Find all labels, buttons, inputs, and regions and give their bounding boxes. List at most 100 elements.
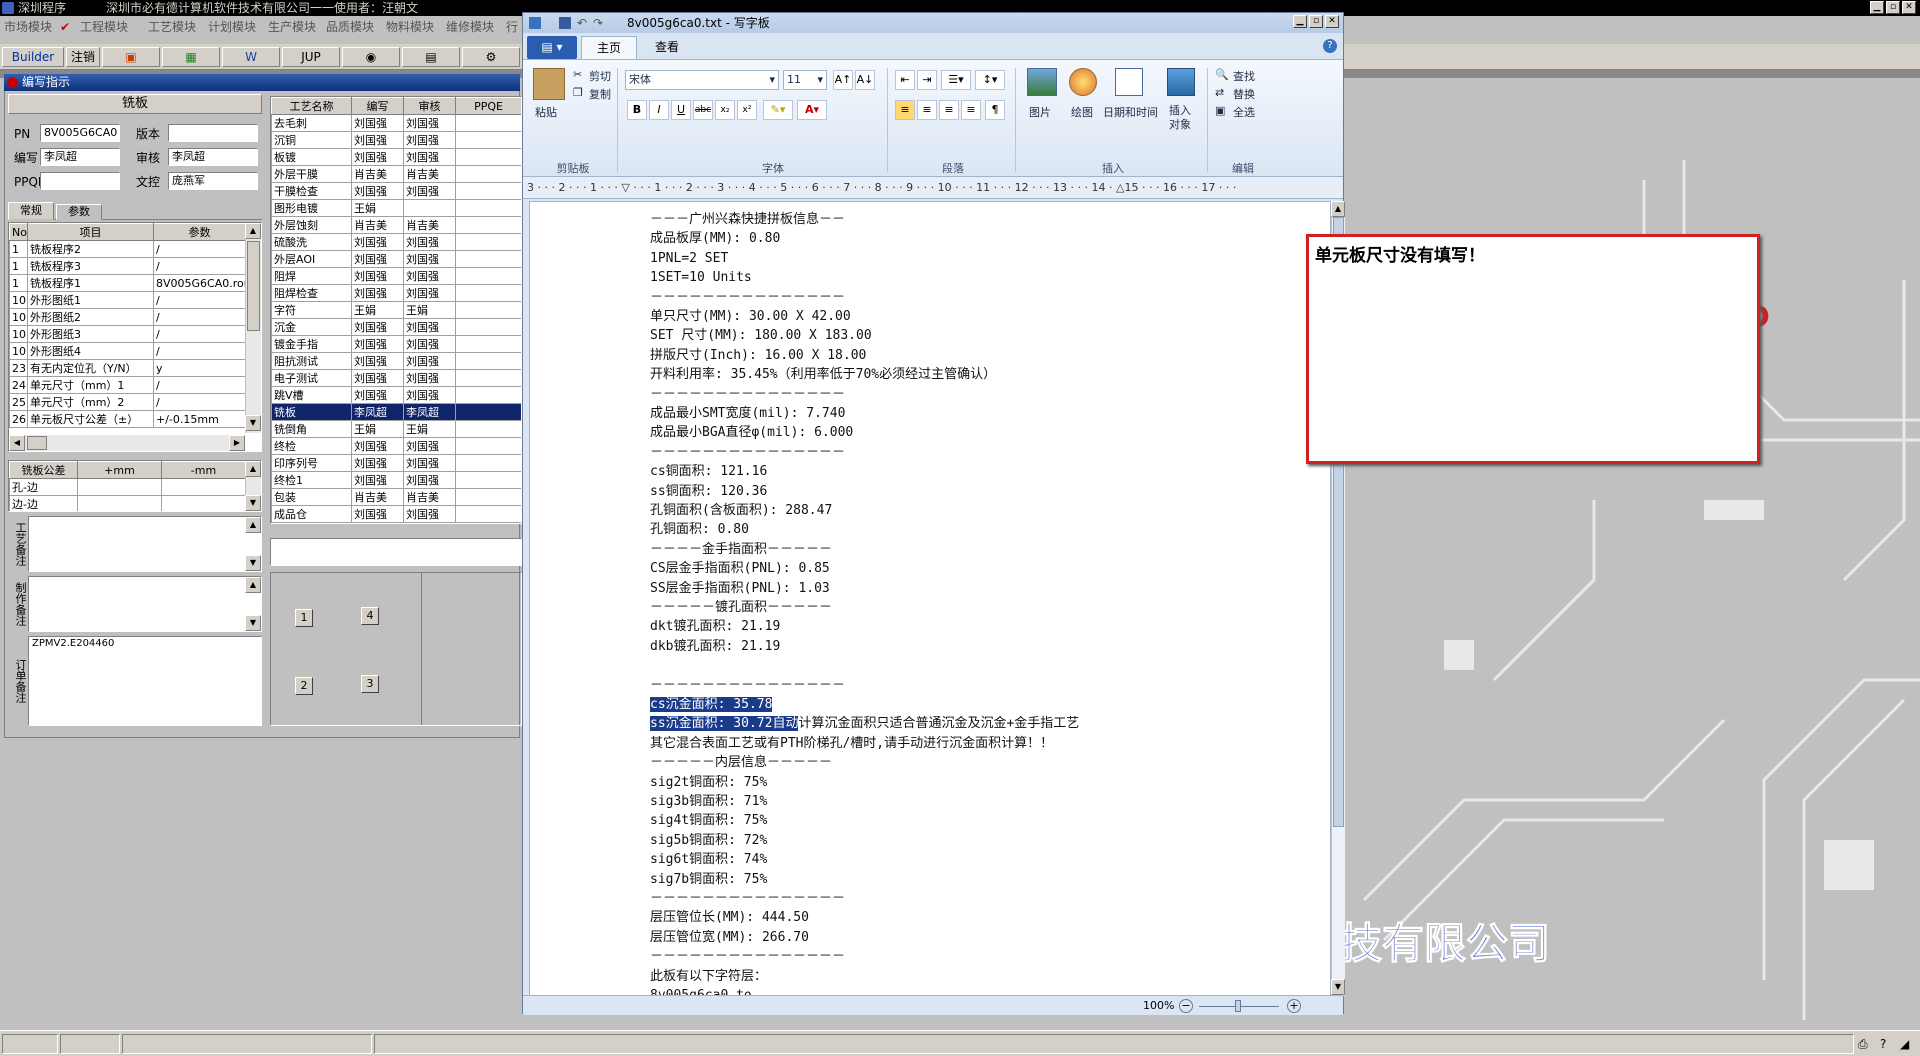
menu-quality[interactable]: 品质模块 xyxy=(326,17,374,37)
layout-button-3[interactable]: 3 xyxy=(361,675,379,693)
wordpad-maximize-button[interactable]: ▫ xyxy=(1309,15,1323,28)
zoom-out-icon[interactable]: − xyxy=(1179,999,1193,1013)
copy-icon[interactable]: ❐ xyxy=(573,86,583,99)
printer-icon[interactable]: ⎙ xyxy=(1858,1037,1868,1052)
process-row[interactable]: 沉金 刘国强 刘国强 xyxy=(271,318,521,336)
process-row[interactable]: 印序列号 刘国强 刘国强 xyxy=(271,454,521,472)
writer-field[interactable]: 李凤超 xyxy=(40,148,120,166)
scroll-up-icon[interactable]: ▲ xyxy=(1331,201,1345,217)
scroll-thumb[interactable] xyxy=(247,241,260,331)
table-row[interactable]: 23 有无内定位孔（Y/N） y xyxy=(9,359,246,377)
menu-engineering[interactable]: 工程模块 xyxy=(80,17,128,37)
maximize-button[interactable]: ▫ xyxy=(1886,1,1900,14)
paragraph-icon[interactable]: ¶ xyxy=(985,100,1005,120)
col-minus[interactable]: -mm xyxy=(161,461,246,479)
scroll-down-icon[interactable]: ▼ xyxy=(245,615,261,631)
table-row[interactable]: 1 铣板程序1 8V005G6CA0.rou xyxy=(9,274,246,292)
process-row[interactable]: 外层蚀刻 肖吉美 肖吉美 xyxy=(271,216,521,234)
selected-text[interactable]: cs沉金面积: 35.78 xyxy=(650,697,773,712)
tab-params[interactable]: 参数 xyxy=(56,204,102,220)
select-all-icon[interactable]: ▣ xyxy=(1215,104,1225,117)
insert-object-icon[interactable] xyxy=(1167,68,1195,96)
datetime-button[interactable]: 日期和时间 xyxy=(1103,104,1158,120)
param-scrollbar[interactable]: ▲ ▼ xyxy=(245,223,261,433)
table-row[interactable]: 24 单元尺寸（mm）1/ xyxy=(9,376,246,394)
increase-indent-icon[interactable]: ⇥ xyxy=(917,70,937,90)
paint-icon[interactable] xyxy=(1069,68,1097,96)
zoom-in-icon[interactable]: + xyxy=(1287,999,1301,1013)
process-row[interactable]: 铣板 李凤超 李凤超 xyxy=(271,403,521,421)
process-row[interactable]: 沉铜 刘国强 刘国强 xyxy=(271,131,521,149)
table-row[interactable]: 边-边 xyxy=(9,495,246,511)
scroll-left-icon[interactable]: ◀ xyxy=(9,435,25,451)
production-note-field[interactable]: ▲ ▼ xyxy=(28,576,262,632)
strikethrough-icon[interactable]: abc xyxy=(693,100,713,120)
process-row[interactable]: 字符 王娟 王娟 xyxy=(271,301,521,319)
select-all-button[interactable]: 全选 xyxy=(1233,104,1255,120)
undo-icon[interactable]: ↶ xyxy=(577,13,587,33)
paste-label[interactable]: 粘贴 xyxy=(535,104,557,120)
col-reviewer[interactable]: 审核 xyxy=(403,97,456,115)
process-row[interactable]: 去毛刺 刘国强 刘国强 xyxy=(271,114,521,132)
process-row[interactable]: 硫酸洗 刘国强 刘国强 xyxy=(271,233,521,251)
document-icon[interactable]: ▤ xyxy=(402,47,460,67)
font-size-select[interactable]: 11 ▾ xyxy=(783,70,827,90)
version-field[interactable] xyxy=(168,124,258,142)
replace-icon[interactable]: ⇄ xyxy=(1215,86,1224,99)
col-tolerance[interactable]: 铣板公差 xyxy=(9,461,78,479)
table-row[interactable]: 1 铣板程序3/ xyxy=(9,257,246,275)
align-right-icon[interactable]: ≡ xyxy=(939,100,959,120)
underline-icon[interactable]: U xyxy=(671,100,691,120)
col-item[interactable]: 项目 xyxy=(27,223,154,241)
scroll-up-icon[interactable]: ▲ xyxy=(245,461,261,477)
process-row[interactable]: 外层干膜 肖吉美 肖吉美 xyxy=(271,165,521,183)
find-button[interactable]: 查找 xyxy=(1233,68,1255,84)
process-row[interactable]: 终检1 刘国强 刘国强 xyxy=(271,471,521,489)
menu-more[interactable]: 行 xyxy=(506,17,518,37)
scroll-down-icon[interactable]: ▼ xyxy=(245,495,261,511)
scroll-down-icon[interactable]: ▼ xyxy=(245,555,261,571)
paste-icon[interactable] xyxy=(533,68,565,100)
table-row[interactable]: 1 铣板程序2/ xyxy=(9,240,246,258)
col-process-name[interactable]: 工艺名称 xyxy=(271,97,352,115)
wordpad-close-button[interactable]: ✕ xyxy=(1325,15,1339,28)
menu-process[interactable]: 工艺模块 xyxy=(148,17,196,37)
layout-button-1[interactable]: 1 xyxy=(295,609,313,627)
document-area[interactable]: －－－广州兴森快捷拼板信息－－ 成品板厚(MM): 0.80 1PNL=2 SET 1… xyxy=(529,201,1331,996)
powerpoint-icon[interactable]: ▣ xyxy=(102,47,160,67)
tab-view[interactable]: 查看 xyxy=(641,36,693,59)
close-button[interactable]: ✕ xyxy=(1902,1,1916,14)
scroll-down-icon[interactable]: ▼ xyxy=(245,415,261,431)
pn-field[interactable]: 8V005G6CA0 xyxy=(40,124,120,142)
param-hscrollbar[interactable]: ◀ ▶ xyxy=(9,435,245,451)
selected-text[interactable]: ss沉金面积: 30.72自动 xyxy=(650,716,799,732)
align-left-icon[interactable]: ≡ xyxy=(895,100,915,120)
highlight-icon[interactable]: ✎▾ xyxy=(763,100,793,120)
process-row[interactable]: 终检 刘国强 刘国强 xyxy=(271,437,521,455)
col-ppqe[interactable]: PPQE xyxy=(455,97,521,115)
menu-material[interactable]: 物料模块 xyxy=(386,17,434,37)
wordpad-minimize-button[interactable]: ▁ xyxy=(1293,15,1307,28)
calendar-icon[interactable] xyxy=(1115,68,1143,96)
process-row[interactable]: 跳V槽 刘国强 刘国强 xyxy=(271,386,521,404)
eye-icon[interactable]: ◉ xyxy=(342,47,400,67)
font-name-select[interactable]: 宋体 ▾ xyxy=(625,70,779,90)
tab-general[interactable]: 常规 xyxy=(8,202,54,220)
process-row[interactable]: 铣倒角 王娟 王娟 xyxy=(271,420,521,438)
scroll-up-icon[interactable]: ▲ xyxy=(245,223,261,239)
save-icon[interactable] xyxy=(559,17,571,29)
jup-button[interactable]: JUP xyxy=(282,47,340,67)
table-row[interactable]: 10 外形图纸1/ xyxy=(9,291,246,309)
menu-maintenance[interactable]: 维修模块 xyxy=(446,17,494,37)
help-icon[interactable]: ? xyxy=(1323,39,1337,53)
copy-button[interactable]: 复制 xyxy=(589,86,611,102)
menu-production[interactable]: 生产模块 xyxy=(268,17,316,37)
table-row[interactable]: 10 外形图纸3/ xyxy=(9,325,246,343)
superscript-icon[interactable]: x² xyxy=(737,100,757,120)
decrease-indent-icon[interactable]: ⇤ xyxy=(895,70,915,90)
file-menu-button[interactable]: ▤ ▾ xyxy=(527,36,577,59)
settings-icon[interactable]: ⚙ xyxy=(462,47,520,67)
process-note-field[interactable]: ▲ ▼ xyxy=(28,516,262,572)
process-row[interactable]: 板镀 刘国强 刘国强 xyxy=(271,148,521,166)
grow-font-icon[interactable]: A↑ xyxy=(833,70,853,90)
